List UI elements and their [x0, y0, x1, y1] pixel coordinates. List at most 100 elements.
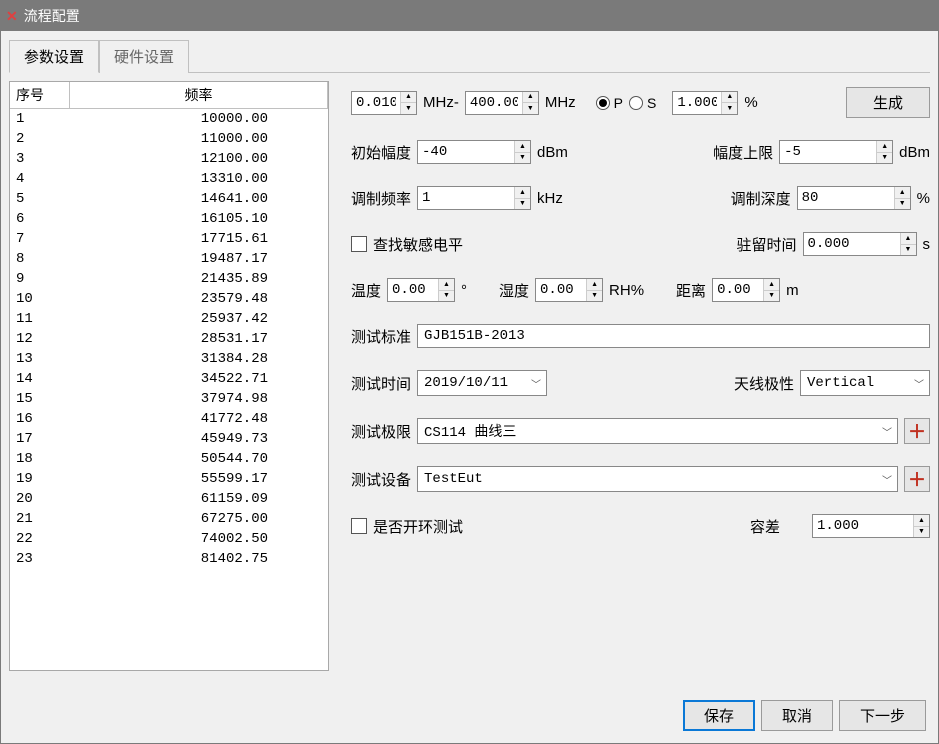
table-row[interactable]: 211000.00 [10, 129, 328, 149]
std-input[interactable] [417, 324, 930, 348]
spin-down-icon[interactable]: ▼ [587, 291, 602, 302]
table-row[interactable]: 1023579.48 [10, 289, 328, 309]
mod-freq-input[interactable]: ▲▼ [417, 186, 531, 210]
table-row[interactable]: 1537974.98 [10, 389, 328, 409]
mod-depth-input[interactable]: ▲▼ [797, 186, 911, 210]
generate-button[interactable]: 生成 [846, 87, 930, 118]
col-index-header[interactable]: 序号 [10, 82, 70, 108]
init-amp-input[interactable]: ▲▼ [417, 140, 531, 164]
antenna-select[interactable]: Vertical ﹀ [800, 370, 930, 396]
next-button[interactable]: 下一步 [839, 700, 926, 731]
init-amp-label: 初始幅度 [351, 142, 411, 163]
spin-down-icon[interactable]: ▼ [401, 103, 416, 114]
tolerance-input[interactable]: ▲▼ [812, 514, 930, 538]
spin-down-icon[interactable]: ▼ [877, 153, 892, 164]
spin-up-icon[interactable]: ▲ [515, 187, 530, 199]
add-device-button[interactable]: ＋ [904, 466, 930, 492]
table-row[interactable]: 312100.00 [10, 149, 328, 169]
spin-down-icon[interactable]: ▼ [895, 199, 910, 210]
spin-up-icon[interactable]: ▲ [901, 233, 916, 245]
spin-up-icon[interactable]: ▲ [722, 92, 737, 104]
spin-up-icon[interactable]: ▲ [439, 279, 454, 291]
spin-down-icon[interactable]: ▼ [764, 291, 779, 302]
checkbox-unchecked-icon [351, 236, 367, 252]
spin-up-icon[interactable]: ▲ [877, 141, 892, 153]
cell-index: 13 [10, 349, 70, 369]
table-row[interactable]: 1745949.73 [10, 429, 328, 449]
cell-freq: 10000.00 [70, 109, 328, 129]
table-header: 序号 频率 [10, 82, 328, 109]
test-date-picker[interactable]: 2019/10/11 ﹀ [417, 370, 547, 396]
spin-up-icon[interactable]: ▲ [895, 187, 910, 199]
spin-down-icon[interactable]: ▼ [722, 103, 737, 114]
test-limit-select[interactable]: CS114 曲线三 ﹀ [417, 418, 898, 444]
table-row[interactable]: 1955599.17 [10, 469, 328, 489]
percent-label: % [917, 190, 930, 207]
spin-down-icon[interactable]: ▼ [515, 153, 530, 164]
cell-index: 10 [10, 289, 70, 309]
table-row[interactable]: 2061159.09 [10, 489, 328, 509]
spin-down-icon[interactable]: ▼ [515, 199, 530, 210]
table-row[interactable]: 1228531.17 [10, 329, 328, 349]
table-row[interactable]: 1331384.28 [10, 349, 328, 369]
table-row[interactable]: 1850544.70 [10, 449, 328, 469]
tab-hardware-settings[interactable]: 硬件设置 [99, 40, 189, 73]
table-row[interactable]: 921435.89 [10, 269, 328, 289]
col-freq-header[interactable]: 频率 [70, 82, 328, 108]
dist-input[interactable]: ▲▼ [712, 278, 780, 302]
table-row[interactable]: 1434522.71 [10, 369, 328, 389]
table-row[interactable]: 717715.61 [10, 229, 328, 249]
cell-freq: 67275.00 [70, 509, 328, 529]
spin-up-icon[interactable]: ▲ [764, 279, 779, 291]
spin-down-icon[interactable]: ▼ [901, 245, 916, 256]
spin-up-icon[interactable]: ▲ [914, 515, 929, 527]
table-row[interactable]: 819487.17 [10, 249, 328, 269]
save-button[interactable]: 保存 [683, 700, 755, 731]
spin-up-icon[interactable]: ▲ [401, 92, 416, 104]
table-row[interactable]: 2274002.50 [10, 529, 328, 549]
spin-up-icon[interactable]: ▲ [587, 279, 602, 291]
openloop-checkbox[interactable]: 是否开环测试 [351, 516, 463, 537]
table-row[interactable]: 514641.00 [10, 189, 328, 209]
freq-range-row: ▲▼ MHz- ▲▼ MHz P S [351, 87, 930, 118]
table-row[interactable]: 413310.00 [10, 169, 328, 189]
spin-down-icon[interactable]: ▼ [439, 291, 454, 302]
khz-label: kHz [537, 190, 563, 207]
test-device-select[interactable]: TestEut ﹀ [417, 466, 898, 492]
modulation-row: 调制频率 ▲▼ kHz 调制深度 ▲▼ % [351, 186, 930, 210]
dwell-input[interactable]: ▲▼ [803, 232, 917, 256]
table-row[interactable]: 2381402.75 [10, 549, 328, 569]
close-icon[interactable]: ✕ [6, 8, 18, 25]
step-value-input[interactable]: ▲▼ [672, 91, 738, 115]
table-row[interactable]: 1641772.48 [10, 409, 328, 429]
radio-p[interactable]: P [596, 95, 623, 111]
cell-index: 12 [10, 329, 70, 349]
radio-s[interactable]: S [629, 95, 656, 111]
spin-down-icon[interactable]: ▼ [914, 527, 929, 538]
cell-index: 3 [10, 149, 70, 169]
cell-index: 11 [10, 309, 70, 329]
cell-freq: 14641.00 [70, 189, 328, 209]
spin-up-icon[interactable]: ▲ [515, 141, 530, 153]
table-body[interactable]: 110000.00211000.00312100.00413310.005146… [10, 109, 328, 670]
table-row[interactable]: 110000.00 [10, 109, 328, 129]
tolerance-label: 容差 [750, 516, 780, 537]
table-row[interactable]: 616105.10 [10, 209, 328, 229]
tab-param-settings[interactable]: 参数设置 [9, 40, 99, 73]
amp-max-input[interactable]: ▲▼ [779, 140, 893, 164]
cell-index: 23 [10, 549, 70, 569]
cell-freq: 61159.09 [70, 489, 328, 509]
humid-input[interactable]: ▲▼ [535, 278, 603, 302]
table-row[interactable]: 2167275.00 [10, 509, 328, 529]
find-level-checkbox[interactable]: 查找敏感电平 [351, 234, 463, 255]
std-label: 测试标准 [351, 326, 411, 347]
spin-down-icon[interactable]: ▼ [523, 103, 538, 114]
cancel-button[interactable]: 取消 [761, 700, 833, 731]
add-limit-button[interactable]: ＋ [904, 418, 930, 444]
table-row[interactable]: 1125937.42 [10, 309, 328, 329]
spin-up-icon[interactable]: ▲ [523, 92, 538, 104]
temp-input[interactable]: ▲▼ [387, 278, 455, 302]
config-window: ✕ 流程配置 参数设置 硬件设置 序号 频率 110000.00211000.0… [0, 0, 939, 744]
freq-end-input[interactable]: ▲▼ [465, 91, 539, 115]
freq-start-input[interactable]: ▲▼ [351, 91, 417, 115]
